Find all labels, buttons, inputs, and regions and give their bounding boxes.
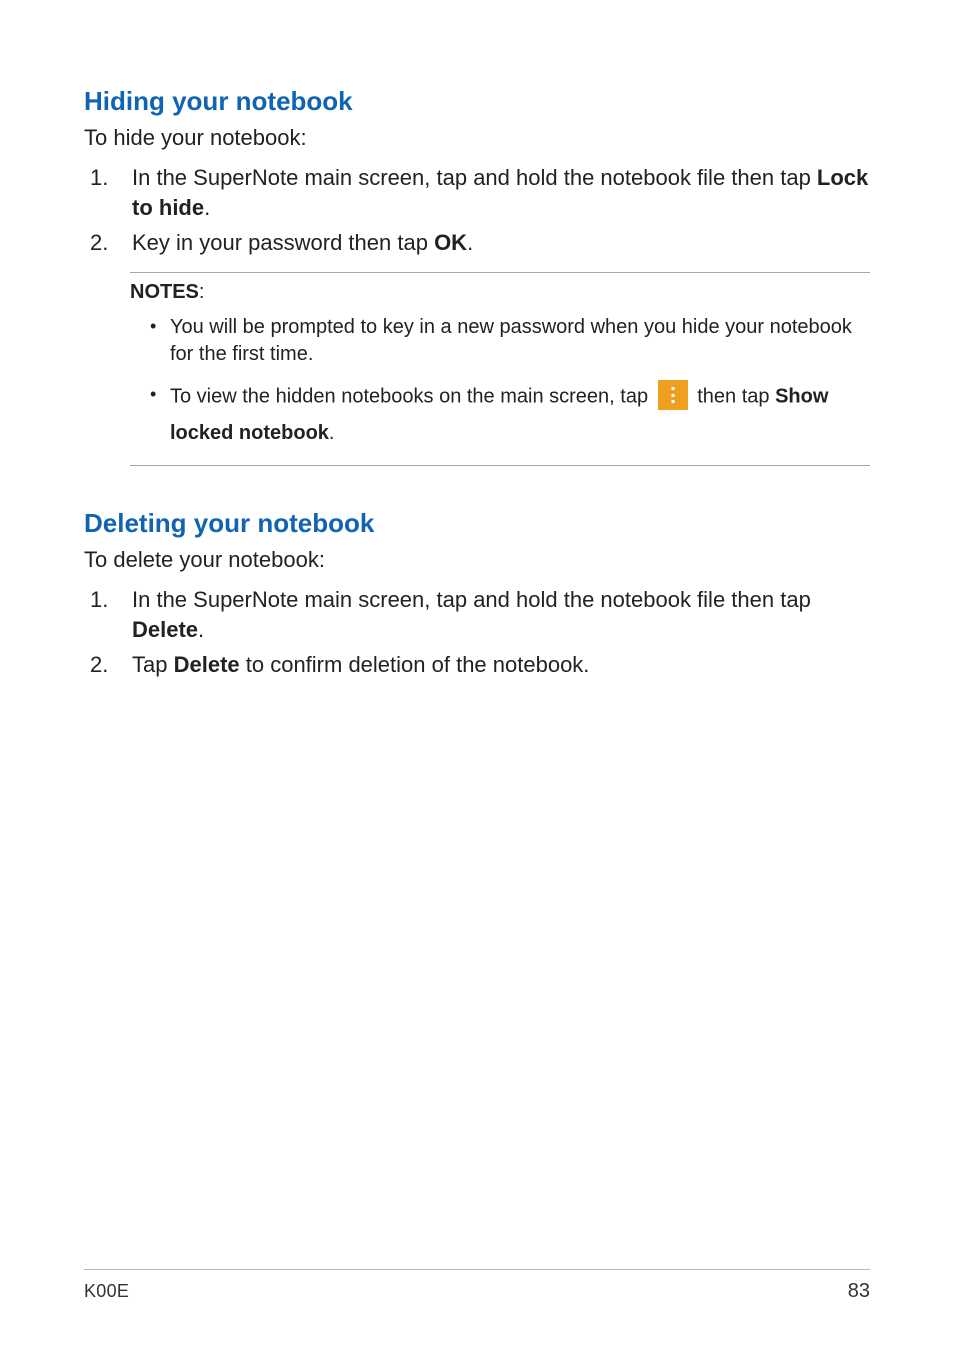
- notes-box: NOTES: You will be prompted to key in a …: [130, 272, 870, 466]
- note-text: then tap: [692, 385, 775, 407]
- step-bold: Delete: [132, 617, 198, 642]
- heading-deleting-notebook: Deleting your notebook: [84, 508, 870, 539]
- page-footer: K00E 83: [84, 1269, 870, 1303]
- step-1-hiding: In the SuperNote main screen, tap and ho…: [90, 163, 870, 222]
- note-text: .: [329, 422, 335, 444]
- manual-page: Hiding your notebook To hide your notebo…: [0, 0, 954, 1357]
- step-text: .: [198, 617, 204, 642]
- notes-label-text: NOTES: [130, 281, 199, 303]
- note-bold: locked notebook: [170, 422, 329, 444]
- section-deleting: Deleting your notebook To delete your no…: [84, 508, 870, 680]
- step-bold: OK: [434, 230, 467, 255]
- footer-page-number: 83: [848, 1280, 870, 1303]
- step-bold: Delete: [174, 652, 240, 677]
- notes-colon: :: [199, 281, 205, 303]
- note-bold: Show: [775, 385, 828, 407]
- step-text: Tap: [132, 652, 174, 677]
- step-2-deleting: Tap Delete to confirm deletion of the no…: [90, 650, 870, 680]
- note-1: You will be prompted to key in a new pas…: [150, 314, 870, 368]
- notes-label: NOTES:: [130, 281, 870, 304]
- footer-model: K00E: [84, 1281, 129, 1302]
- note-2: To view the hidden notebooks on the main…: [150, 382, 870, 447]
- heading-hiding-notebook: Hiding your notebook: [84, 86, 870, 117]
- step-text: Key in your password then tap: [132, 230, 434, 255]
- step-text: In the SuperNote main screen, tap and ho…: [132, 587, 811, 612]
- step-1-deleting: In the SuperNote main screen, tap and ho…: [90, 585, 870, 644]
- steps-deleting: In the SuperNote main screen, tap and ho…: [90, 585, 870, 680]
- step-text: to confirm deletion of the notebook.: [240, 652, 590, 677]
- step-text: .: [467, 230, 473, 255]
- intro-hiding: To hide your notebook:: [84, 125, 870, 151]
- step-2-hiding: Key in your password then tap OK.: [90, 228, 870, 258]
- note-text: To view the hidden notebooks on the main…: [170, 385, 654, 407]
- overflow-menu-icon: [658, 380, 688, 410]
- steps-hiding: In the SuperNote main screen, tap and ho…: [90, 163, 870, 258]
- step-text: .: [204, 195, 210, 220]
- step-text: In the SuperNote main screen, tap and ho…: [132, 165, 817, 190]
- intro-deleting: To delete your notebook:: [84, 547, 870, 573]
- notes-list: You will be prompted to key in a new pas…: [150, 314, 870, 447]
